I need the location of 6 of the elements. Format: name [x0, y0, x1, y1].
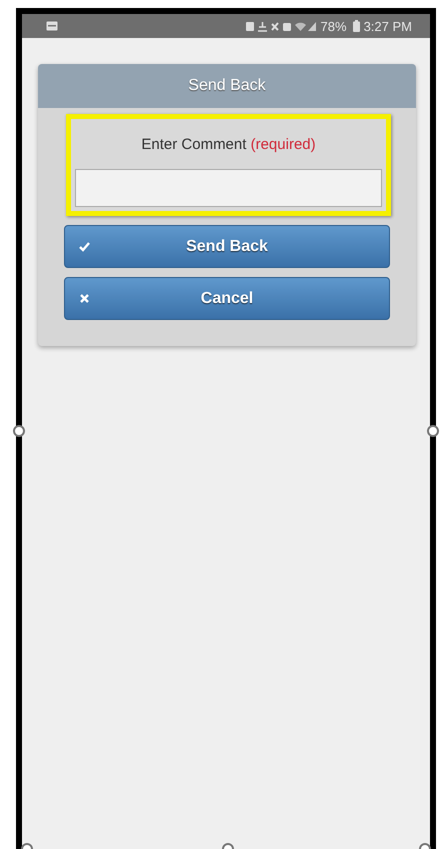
clock-time: 3:27 PM	[364, 18, 412, 34]
battery-percentage: 78%	[320, 18, 347, 34]
field-label: Enter Comment (required)	[140, 135, 317, 155]
dialog-title: Send Back	[38, 64, 416, 108]
cancel-button[interactable]: Cancel	[64, 277, 390, 320]
send-back-button[interactable]: Send Back	[64, 225, 390, 268]
